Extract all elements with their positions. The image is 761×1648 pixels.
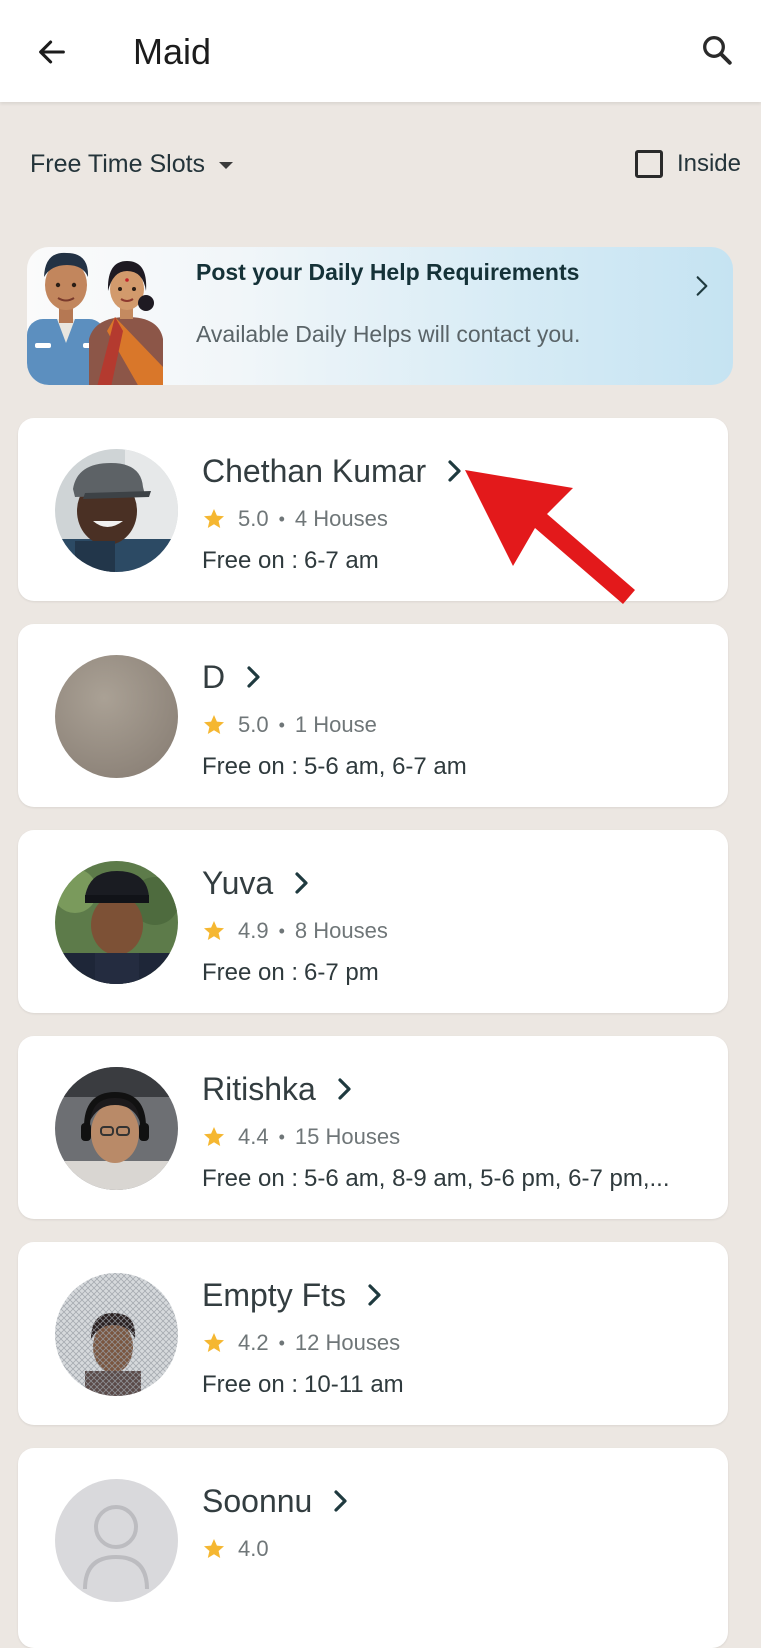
star-icon bbox=[202, 507, 226, 531]
helper-card[interactable]: Yuva 4.9 • 8 Houses Free on :6-7 pm bbox=[18, 830, 728, 1013]
separator-dot: • bbox=[278, 921, 285, 941]
free-on-label: Free on : bbox=[202, 753, 299, 780]
helper-name: Yuva bbox=[202, 865, 274, 901]
avatar bbox=[55, 861, 178, 984]
free-on-label: Free on : bbox=[202, 1165, 299, 1192]
app-bar: Maid bbox=[0, 0, 761, 102]
separator-dot: • bbox=[278, 715, 285, 735]
helper-rating: 4.4 bbox=[238, 1124, 269, 1149]
search-icon bbox=[703, 36, 732, 65]
separator-dot: • bbox=[278, 1333, 285, 1353]
free-slots: 5-6 am, 6-7 am bbox=[304, 753, 467, 780]
helper-card[interactable]: Ritishka 4.4 • 15 Houses Free on :5-6 am… bbox=[18, 1036, 728, 1219]
free-slots: 6-7 pm bbox=[304, 959, 379, 986]
star-icon bbox=[202, 919, 226, 943]
caret-down-icon bbox=[219, 161, 234, 169]
banner-title: Post your Daily Help Requirements bbox=[196, 259, 580, 285]
helper-rating: 5.0 bbox=[238, 712, 269, 737]
helper-houses: 15 Houses bbox=[294, 1124, 401, 1149]
chevron-right-icon[interactable] bbox=[291, 868, 313, 898]
free-slots: 5-6 am, 8-9 am, 5-6 pm, 6-7 pm,... bbox=[304, 1165, 670, 1192]
helper-rating: 5.0 bbox=[238, 506, 269, 531]
star-icon bbox=[202, 1331, 226, 1355]
search-button[interactable] bbox=[693, 26, 741, 74]
chevron-right-icon[interactable] bbox=[243, 662, 265, 692]
avatar bbox=[55, 1479, 178, 1602]
avatar bbox=[55, 1273, 178, 1396]
free-on-label: Free on : bbox=[202, 547, 299, 574]
separator-dot: • bbox=[278, 509, 285, 529]
chevron-right-icon bbox=[685, 269, 719, 303]
avatar bbox=[55, 1067, 178, 1190]
page-title: Maid bbox=[133, 31, 212, 72]
free-slots: 10-11 am bbox=[304, 1371, 404, 1398]
helper-card[interactable]: Soonnu 4.0 bbox=[18, 1448, 728, 1648]
helper-name: D bbox=[202, 659, 226, 695]
inside-filter[interactable]: Inside bbox=[634, 146, 741, 182]
avatar bbox=[55, 655, 178, 778]
arrow-left-icon bbox=[39, 40, 65, 64]
free-on-label: Free on : bbox=[202, 959, 299, 986]
helper-name: Ritishka bbox=[202, 1071, 316, 1107]
helper-name: Empty Fts bbox=[202, 1277, 347, 1313]
helper-houses: 8 Houses bbox=[294, 918, 388, 943]
dropdown-label: Free Time Slots bbox=[30, 149, 206, 178]
banner-subtitle: Available Daily Helps will contact you. bbox=[196, 321, 581, 347]
chevron-right-icon[interactable] bbox=[334, 1074, 356, 1104]
helper-card[interactable]: Empty Fts 4.2 • 12 Houses Free on :10-11… bbox=[18, 1242, 728, 1425]
annotation-arrow-icon bbox=[465, 470, 635, 604]
daily-helps-illustration bbox=[27, 252, 163, 385]
helper-houses: 1 House bbox=[294, 712, 377, 737]
free-slots: 6-7 am bbox=[304, 547, 379, 574]
helper-name: Soonnu bbox=[202, 1483, 313, 1519]
inside-label: Inside bbox=[676, 150, 741, 177]
chevron-right-icon[interactable] bbox=[364, 1280, 386, 1310]
helper-rating: 4.0 bbox=[238, 1536, 269, 1561]
free-time-slots-dropdown[interactable]: Free Time Slots bbox=[30, 146, 234, 182]
helper-card[interactable]: D 5.0 • 1 House Free on :5-6 am, 6-7 am bbox=[18, 624, 728, 807]
helper-houses: 12 Houses bbox=[294, 1330, 401, 1355]
back-button[interactable] bbox=[28, 28, 76, 76]
separator-dot: • bbox=[278, 1127, 285, 1147]
helper-rating: 4.2 bbox=[238, 1330, 269, 1355]
star-icon bbox=[202, 1125, 226, 1149]
helper-rating: 4.9 bbox=[238, 918, 269, 943]
inside-checkbox[interactable] bbox=[634, 150, 663, 178]
star-icon bbox=[202, 1537, 226, 1561]
avatar bbox=[55, 449, 178, 572]
post-requirements-banner[interactable]: Post your Daily Help Requirements Availa… bbox=[27, 247, 733, 385]
star-icon bbox=[202, 713, 226, 737]
helper-houses: 4 Houses bbox=[294, 506, 388, 531]
helper-name: Chethan Kumar bbox=[202, 453, 427, 489]
chevron-right-icon[interactable] bbox=[330, 1486, 352, 1516]
free-on-label: Free on : bbox=[202, 1371, 299, 1398]
